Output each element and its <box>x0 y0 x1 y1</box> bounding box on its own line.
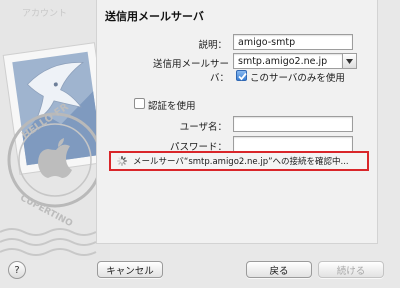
mail-stamp-icon: HELLO FR CUPERTINO <box>0 0 110 260</box>
use-only-this-server-label: このサーバのみを使用 <box>250 73 345 84</box>
chevron-down-icon <box>346 58 353 64</box>
description-label: 説明： <box>198 40 227 51</box>
spinner-icon <box>117 156 127 166</box>
username-label: ユーザ名： <box>179 122 227 133</box>
continue-button[interactable]: 続ける <box>318 261 384 278</box>
smtp-server-combobox[interactable]: smtp.amigo2.ne.jp <box>233 53 343 69</box>
password-field[interactable] <box>233 136 353 152</box>
use-only-this-server-checkbox[interactable] <box>236 70 247 81</box>
help-icon: ? <box>14 264 20 276</box>
use-auth-label: 認証を使用 <box>148 101 196 112</box>
description-field[interactable]: amigo-smtp <box>233 34 353 50</box>
connection-status-text: メールサーバ“smtp.amigo2.ne.jp”への接続を確認中... <box>133 157 349 167</box>
smtp-settings-panel: 送信用メールサーバ 説明： amigo-smtp 送信用メールサーバ： smtp… <box>96 0 378 244</box>
panel-title: 送信用メールサーバ <box>105 10 204 23</box>
account-hint-text: アカウント <box>22 9 68 19</box>
username-field[interactable] <box>233 116 353 132</box>
combobox-dropdown-button[interactable] <box>343 53 357 69</box>
smtp-server-label: 送信用メールサーバ： <box>152 59 229 84</box>
use-auth-checkbox[interactable] <box>134 98 145 109</box>
help-button[interactable]: ? <box>8 261 26 279</box>
back-button[interactable]: 戻る <box>246 261 312 278</box>
connection-status-box: メールサーバ“smtp.amigo2.ne.jp”への接続を確認中... <box>109 151 369 171</box>
checkmark-icon <box>238 72 247 81</box>
cancel-button[interactable]: キャンセル <box>97 261 163 278</box>
mail-setup-window: HELLO FR CUPERTINO アカウント 送信用メールサーバ 説明： a… <box>0 0 400 288</box>
